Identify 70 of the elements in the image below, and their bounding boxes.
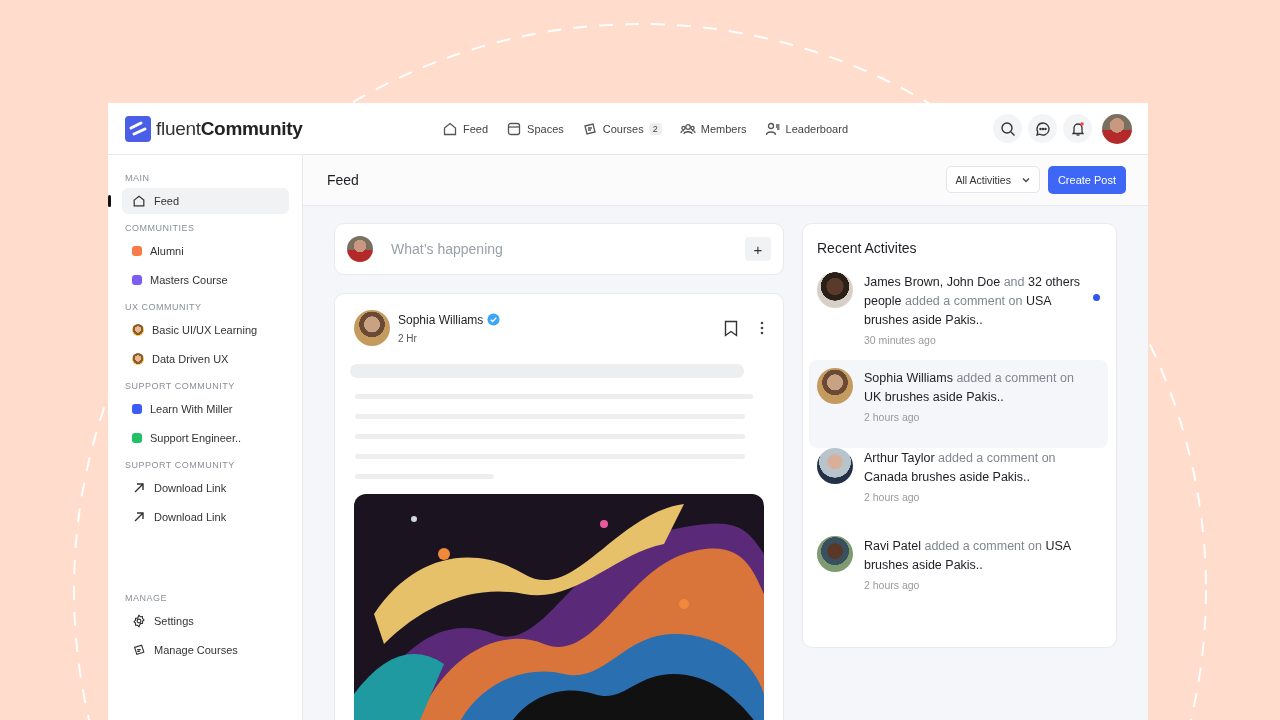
- settings-icon: [132, 614, 146, 628]
- more-icon[interactable]: [760, 321, 764, 335]
- activity-time: 30 minutes ago: [864, 334, 937, 346]
- person-avatar: [817, 536, 853, 572]
- home-icon: [442, 120, 458, 137]
- arrow-icon: [132, 510, 146, 524]
- activity-item[interactable]: James Brown, John Doe and 32 others people added a comment on USA brushes aside Pakis.. 30 minutes ago: [809, 272, 1108, 360]
- sidebar-item[interactable]: Data Driven UX: [122, 346, 289, 372]
- activity-time: 2 hours ago: [864, 411, 921, 423]
- section-heading: SUPPORT COMMUNITY: [125, 381, 236, 391]
- sidebar-item[interactable]: Masters Course: [122, 267, 289, 293]
- search-button[interactable]: [993, 114, 1022, 143]
- activity-item[interactable]: Sophia Williams added a comment on UK brushes aside Pakis.. 2 hours ago: [809, 360, 1108, 448]
- community-avatar: [132, 353, 144, 365]
- activity-time: 2 hours ago: [864, 491, 921, 503]
- create-post-button[interactable]: Create Post: [1047, 166, 1126, 194]
- activity-text: James Brown, John Doe and 32 others people added a comment on USA brushes aside Pakis..: [864, 275, 1081, 327]
- book-icon: [581, 120, 598, 137]
- sidebar-item[interactable]: Learn With Miller: [122, 396, 289, 422]
- section-heading: COMMUNITIES: [125, 223, 196, 233]
- nav-link[interactable]: Spaces: [506, 120, 564, 137]
- logo-icon: [125, 115, 151, 142]
- nav-link[interactable]: Leaderboard: [764, 120, 848, 137]
- person-list-icon: [764, 120, 781, 137]
- community-avatar: [132, 324, 144, 336]
- arrow-icon: [132, 481, 146, 495]
- post-time: 2 Hr: [398, 332, 418, 344]
- author-name: Sophia Williams: [398, 312, 484, 327]
- page-title: Feed: [327, 172, 359, 188]
- book-icon: [132, 643, 146, 657]
- user-avatar: [347, 236, 373, 262]
- activity-item[interactable]: Ravi Patel added a comment on USA brushes aside Pakis.. 2 hours ago: [809, 536, 1108, 624]
- calendar-icon: [506, 120, 523, 137]
- person-avatar: [817, 368, 853, 404]
- sidebar-item[interactable]: Manage Courses: [122, 637, 289, 663]
- notifications-button[interactable]: [1063, 114, 1092, 143]
- sidebar-item[interactable]: Download Link: [122, 475, 289, 501]
- chat-icon: [1034, 120, 1051, 137]
- sidebar-item[interactable]: Alumni: [122, 238, 289, 264]
- selection-indicator: [108, 195, 111, 207]
- nav-link[interactable]: Feed: [442, 120, 489, 137]
- sidebar-item[interactable]: Basic UI/UX Learning: [122, 317, 289, 343]
- activity-time: 2 hours ago: [864, 579, 921, 591]
- activity-text: Ravi Patel added a comment on USA brushes aside Pakis..: [864, 539, 1071, 572]
- sidebar-item[interactable]: Support Engineer..: [122, 425, 289, 451]
- home-icon: [132, 194, 146, 208]
- brand-name: fluentCommunity: [156, 117, 303, 140]
- panel-title: Recent Activites: [817, 240, 918, 256]
- composer-field[interactable]: What’s happening +: [334, 223, 784, 275]
- bell-icon: [1069, 120, 1086, 137]
- activity-text: Arthur Taylor added a comment on Canada brushes aside Pakis..: [864, 451, 1056, 484]
- section-heading: SUPPORT COMMUNITY: [125, 460, 236, 470]
- section-heading: UX COMMUNITY: [125, 302, 203, 312]
- sidebar-item[interactable]: Settings: [122, 608, 289, 634]
- person-avatar: [817, 272, 853, 308]
- activity-item[interactable]: Arthur Taylor added a comment on Canada brushes aside Pakis.. 2 hours ago: [809, 448, 1108, 536]
- section-heading: MAIN: [125, 173, 151, 183]
- add-button[interactable]: +: [745, 237, 771, 261]
- nav-link[interactable]: Members: [679, 120, 747, 137]
- nav-link[interactable]: Courses 2: [581, 120, 662, 137]
- user-avatar[interactable]: [1102, 113, 1132, 144]
- author-avatar: [354, 310, 390, 346]
- search-icon: [999, 120, 1016, 137]
- activity-text: Sophia Williams added a comment on UK brushes aside Pakis..: [864, 371, 1074, 404]
- bookmark-icon[interactable]: [724, 319, 738, 337]
- section-heading: MANAGE: [125, 593, 168, 603]
- messages-button[interactable]: [1028, 114, 1057, 143]
- person-avatar: [817, 448, 853, 484]
- activity-filter[interactable]: All Activities: [946, 166, 1040, 193]
- sidebar-item[interactable]: Download Link: [122, 504, 289, 530]
